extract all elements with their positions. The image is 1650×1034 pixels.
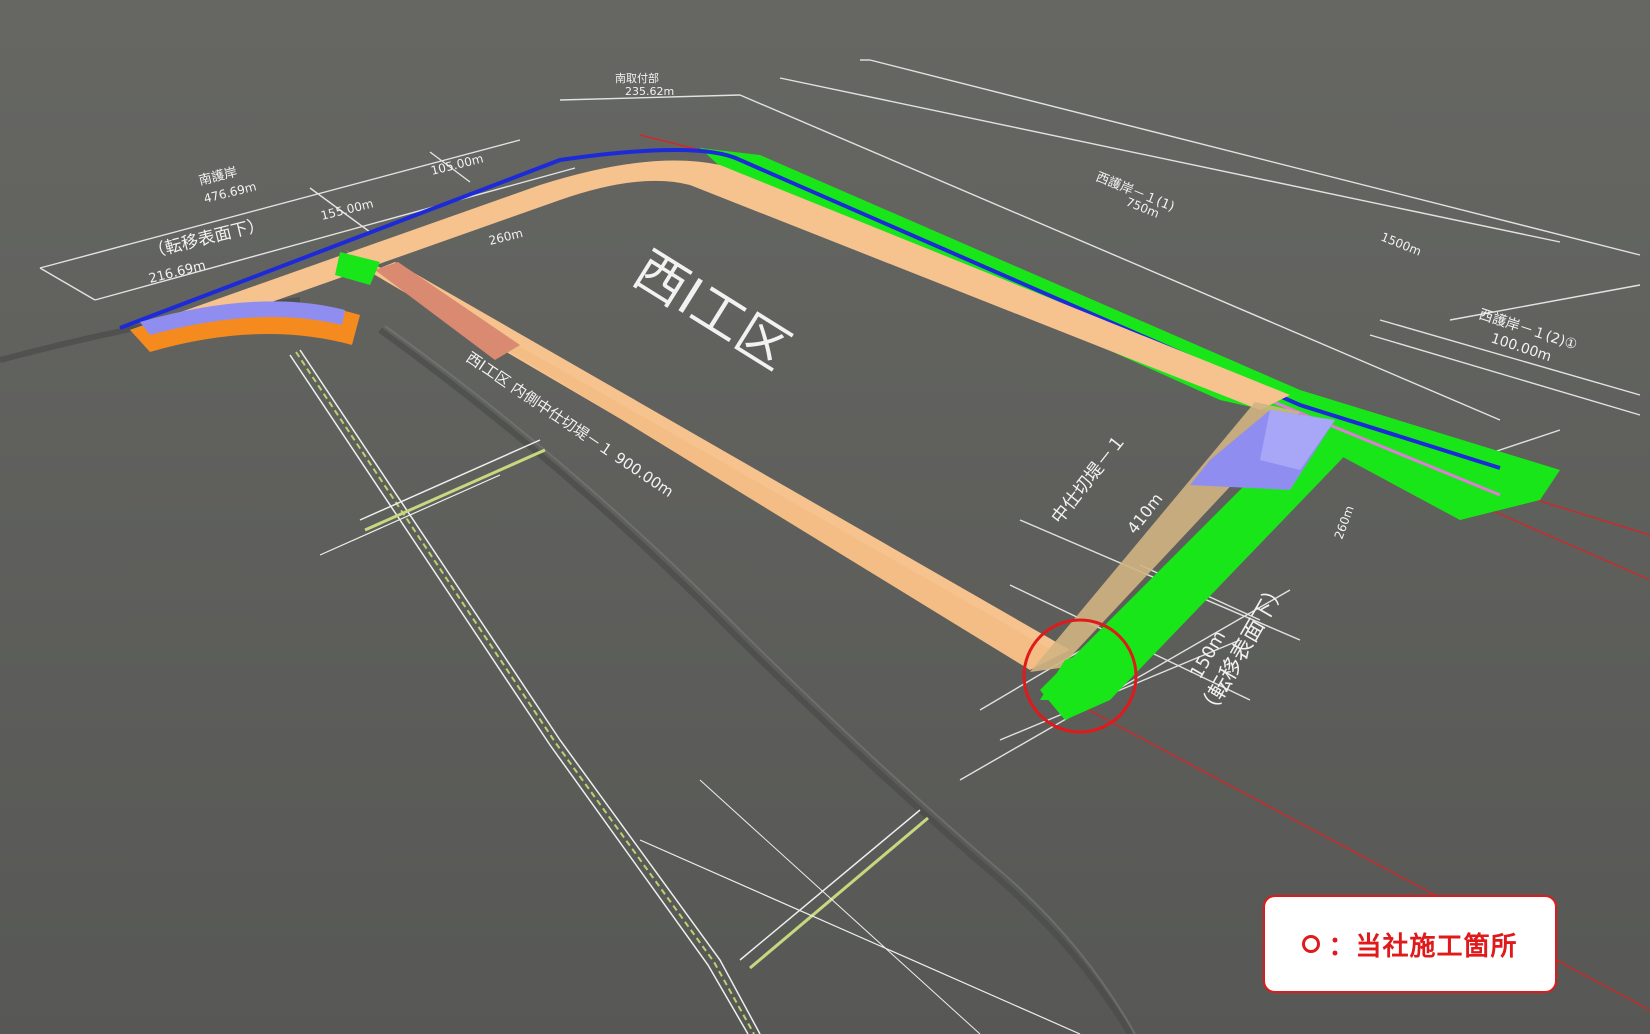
label-north-attach: 南取付部	[615, 71, 659, 85]
label-north-attach-len: 235.62m	[625, 85, 674, 98]
circle-marker-icon	[1302, 935, 1321, 953]
legend-text: ：当社施工箇所	[1328, 931, 1518, 962]
legend-box: ：当社施工箇所	[1263, 895, 1557, 993]
site-3d-diagram: 西Ⅰ工区 南護岸 476.69m （転移表面下） 216.69m 155.00m…	[0, 0, 1650, 1034]
